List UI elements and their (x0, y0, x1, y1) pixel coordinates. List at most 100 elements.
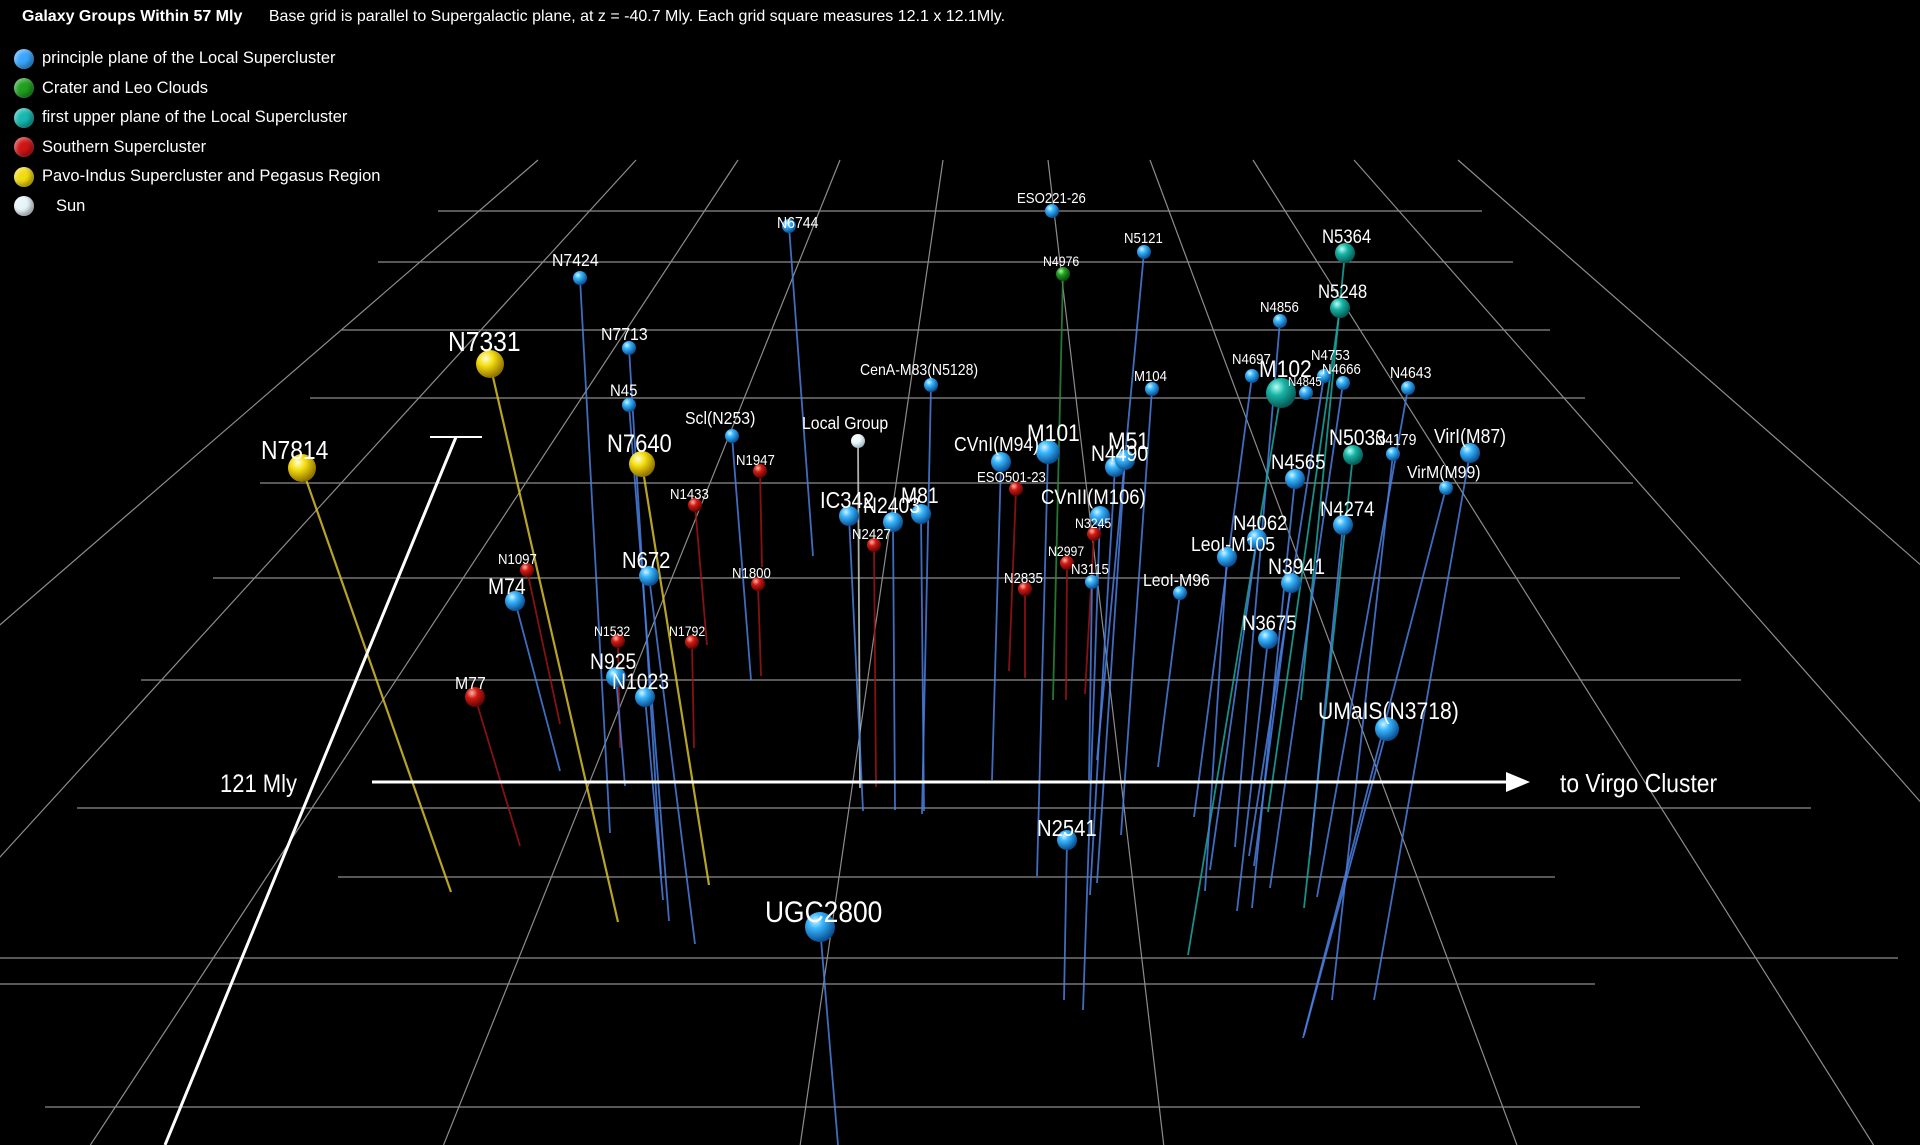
stem-n2403 (892, 521, 896, 811)
legend-label: Southern Supercluster (42, 137, 207, 156)
galaxy-n4179-label: N4179 (1375, 431, 1416, 449)
galaxy-n7640-label: N7640 (607, 430, 672, 458)
stem-n7331 (488, 363, 620, 923)
galaxy-m104-label: M104 (1134, 367, 1167, 384)
base-grid (0, 159, 1920, 1145)
galaxy-n3115-label: N3115 (1071, 560, 1109, 577)
galaxy-n45-label: N45 (610, 382, 638, 400)
galaxy-viri-m87-label: VirI(M87) (1434, 425, 1506, 447)
galaxy-n4856-label: N4856 (1260, 298, 1299, 315)
galaxy-n2541-label: N2541 (1037, 815, 1097, 842)
stem-n1947 (759, 470, 763, 568)
galaxy-n4697-marker (1245, 369, 1259, 383)
galaxy-eso221-26-label: ESO221-26 (1017, 189, 1086, 206)
galaxy-virm-m99-label: VirM(M99) (1407, 462, 1481, 482)
stem-m102 (1187, 392, 1282, 956)
stem-n1792 (691, 641, 695, 749)
galaxy-n4565-label: N4565 (1271, 451, 1325, 474)
legend-label: first upper plane of the Local Superclus… (42, 108, 348, 127)
stem-m101 (1036, 451, 1049, 877)
legend-swatch (14, 78, 34, 99)
galaxy-m81-label: M81 (901, 484, 939, 508)
legend-item-upper-plane: first upper plane of the Local Superclus… (14, 103, 380, 133)
stem-m74 (514, 600, 561, 772)
galaxy-n7331-label: N7331 (448, 326, 521, 358)
legend-item-pavo-indus: Pavo-Indus Supercluster and Pegasus Regi… (14, 162, 380, 192)
galaxy-m74-label: M74 (488, 575, 526, 599)
legend-item-sun: Sun (14, 192, 380, 222)
stem-n2541 (1063, 839, 1068, 1001)
galaxy-n4643-label: N4643 (1390, 364, 1431, 382)
galaxy-scl-n253-label: Scl(N253) (685, 408, 755, 428)
galaxy-n5364-label: N5364 (1322, 226, 1371, 247)
grid-line (89, 159, 739, 1145)
galaxy-n4845-label: N4845 (1288, 374, 1322, 389)
galaxy-cvnii-m106-label: CVnII(M106) (1041, 486, 1146, 509)
legend-label: Pavo-Indus Supercluster and Pegasus Regi… (42, 167, 381, 186)
stem-ic342 (848, 515, 864, 812)
galaxy-n5121-label: N5121 (1124, 229, 1163, 246)
header: Galaxy Groups Within 57 Mly Base grid is… (22, 8, 1005, 26)
grid-line (442, 159, 841, 1145)
galaxy-n5248-label: N5248 (1318, 281, 1367, 302)
galaxy-m101-label: M101 (1027, 420, 1080, 447)
galaxy-n2835-label: N2835 (1004, 569, 1043, 586)
galaxy-n2427-label: N2427 (852, 525, 891, 542)
galaxy-n4666-marker (1336, 376, 1350, 390)
galaxy-n1800-label: N1800 (732, 564, 771, 581)
stem-n6744 (788, 225, 814, 557)
galaxy-n7424-label: N7424 (552, 250, 599, 270)
legend-swatch (14, 48, 34, 69)
galaxy-m51-label: M51 (1108, 428, 1149, 455)
galaxy-n4274-label: N4274 (1320, 498, 1374, 521)
vertical-scale-line (163, 436, 458, 1145)
galaxy-cena-m83-n5128-marker (924, 378, 938, 392)
legend-swatch (14, 137, 34, 158)
legend-label: principle plane of the Local Supercluste… (42, 49, 336, 68)
galaxy-n7424-marker (573, 271, 587, 285)
galaxy-leoi-m96-label: LeoI-M96 (1143, 570, 1210, 590)
legend-item-crater-leo: Crater and Leo Clouds (14, 74, 380, 104)
galaxy-n672-label: N672 (622, 547, 670, 574)
galaxy-n2997-label: N2997 (1048, 543, 1084, 559)
scale-label: 121 Mly (220, 770, 297, 798)
stem-n2997 (1065, 562, 1068, 701)
galaxy-n6744-label: N6744 (777, 214, 818, 232)
chart-title: Galaxy Groups Within 57 Mly (22, 8, 243, 25)
legend-label: Sun (56, 196, 86, 215)
chart-subtitle: Base grid is parallel to Supergalactic p… (268, 8, 1006, 25)
virgo-arrow-head (1506, 772, 1530, 792)
grid-line (0, 159, 637, 858)
galaxy-n3675-label: N3675 (1242, 612, 1296, 635)
galaxy-n1947-label: N1947 (736, 451, 775, 468)
galaxy-scl-n253-marker (725, 429, 739, 443)
galaxy-n1097-label: N1097 (498, 550, 537, 567)
legend-item-southern: Southern Supercluster (14, 133, 380, 163)
galaxy-ugc2800-label: UGC2800 (765, 894, 882, 928)
galaxy-n1433-label: N1433 (670, 485, 709, 502)
legend-item-principle-plane: principle plane of the Local Supercluste… (14, 44, 380, 74)
galaxy-n3245-label: N3245 (1075, 515, 1111, 531)
stem-n3245 (1084, 533, 1095, 695)
galaxy-n7814-label: N7814 (261, 437, 328, 466)
galaxy-n4643-marker (1401, 381, 1415, 395)
galaxy-n1792-label: N1792 (669, 623, 705, 639)
legend-swatch (14, 166, 34, 187)
stem-umais-n3718 (1303, 728, 1388, 1036)
grid-line (1353, 159, 1920, 803)
galaxy-eso501-23-label: ESO501-23 (977, 468, 1046, 485)
stem-n1800 (757, 583, 762, 677)
galaxy-virm-m99-marker (1439, 481, 1453, 495)
stem-ugc2800 (819, 926, 839, 1145)
legend-swatch (14, 107, 34, 128)
galaxy-n1023-label: N1023 (612, 670, 669, 694)
stem-cvni-m94 (991, 461, 1002, 781)
legend: principle plane of the Local Supercluste… (14, 44, 380, 221)
grid-line (1047, 159, 1165, 1145)
axes-layer: 121 Mly to Virgo Cluster (163, 436, 1717, 1145)
galaxy-umais-n3718-label: UMaIS(N3718) (1318, 698, 1459, 725)
galaxy-n5121-marker (1137, 245, 1151, 259)
galaxy-n4856-marker (1273, 314, 1287, 328)
galaxy-n4062-label: N4062 (1233, 512, 1287, 535)
galaxy-n3941-label: N3941 (1268, 555, 1325, 579)
